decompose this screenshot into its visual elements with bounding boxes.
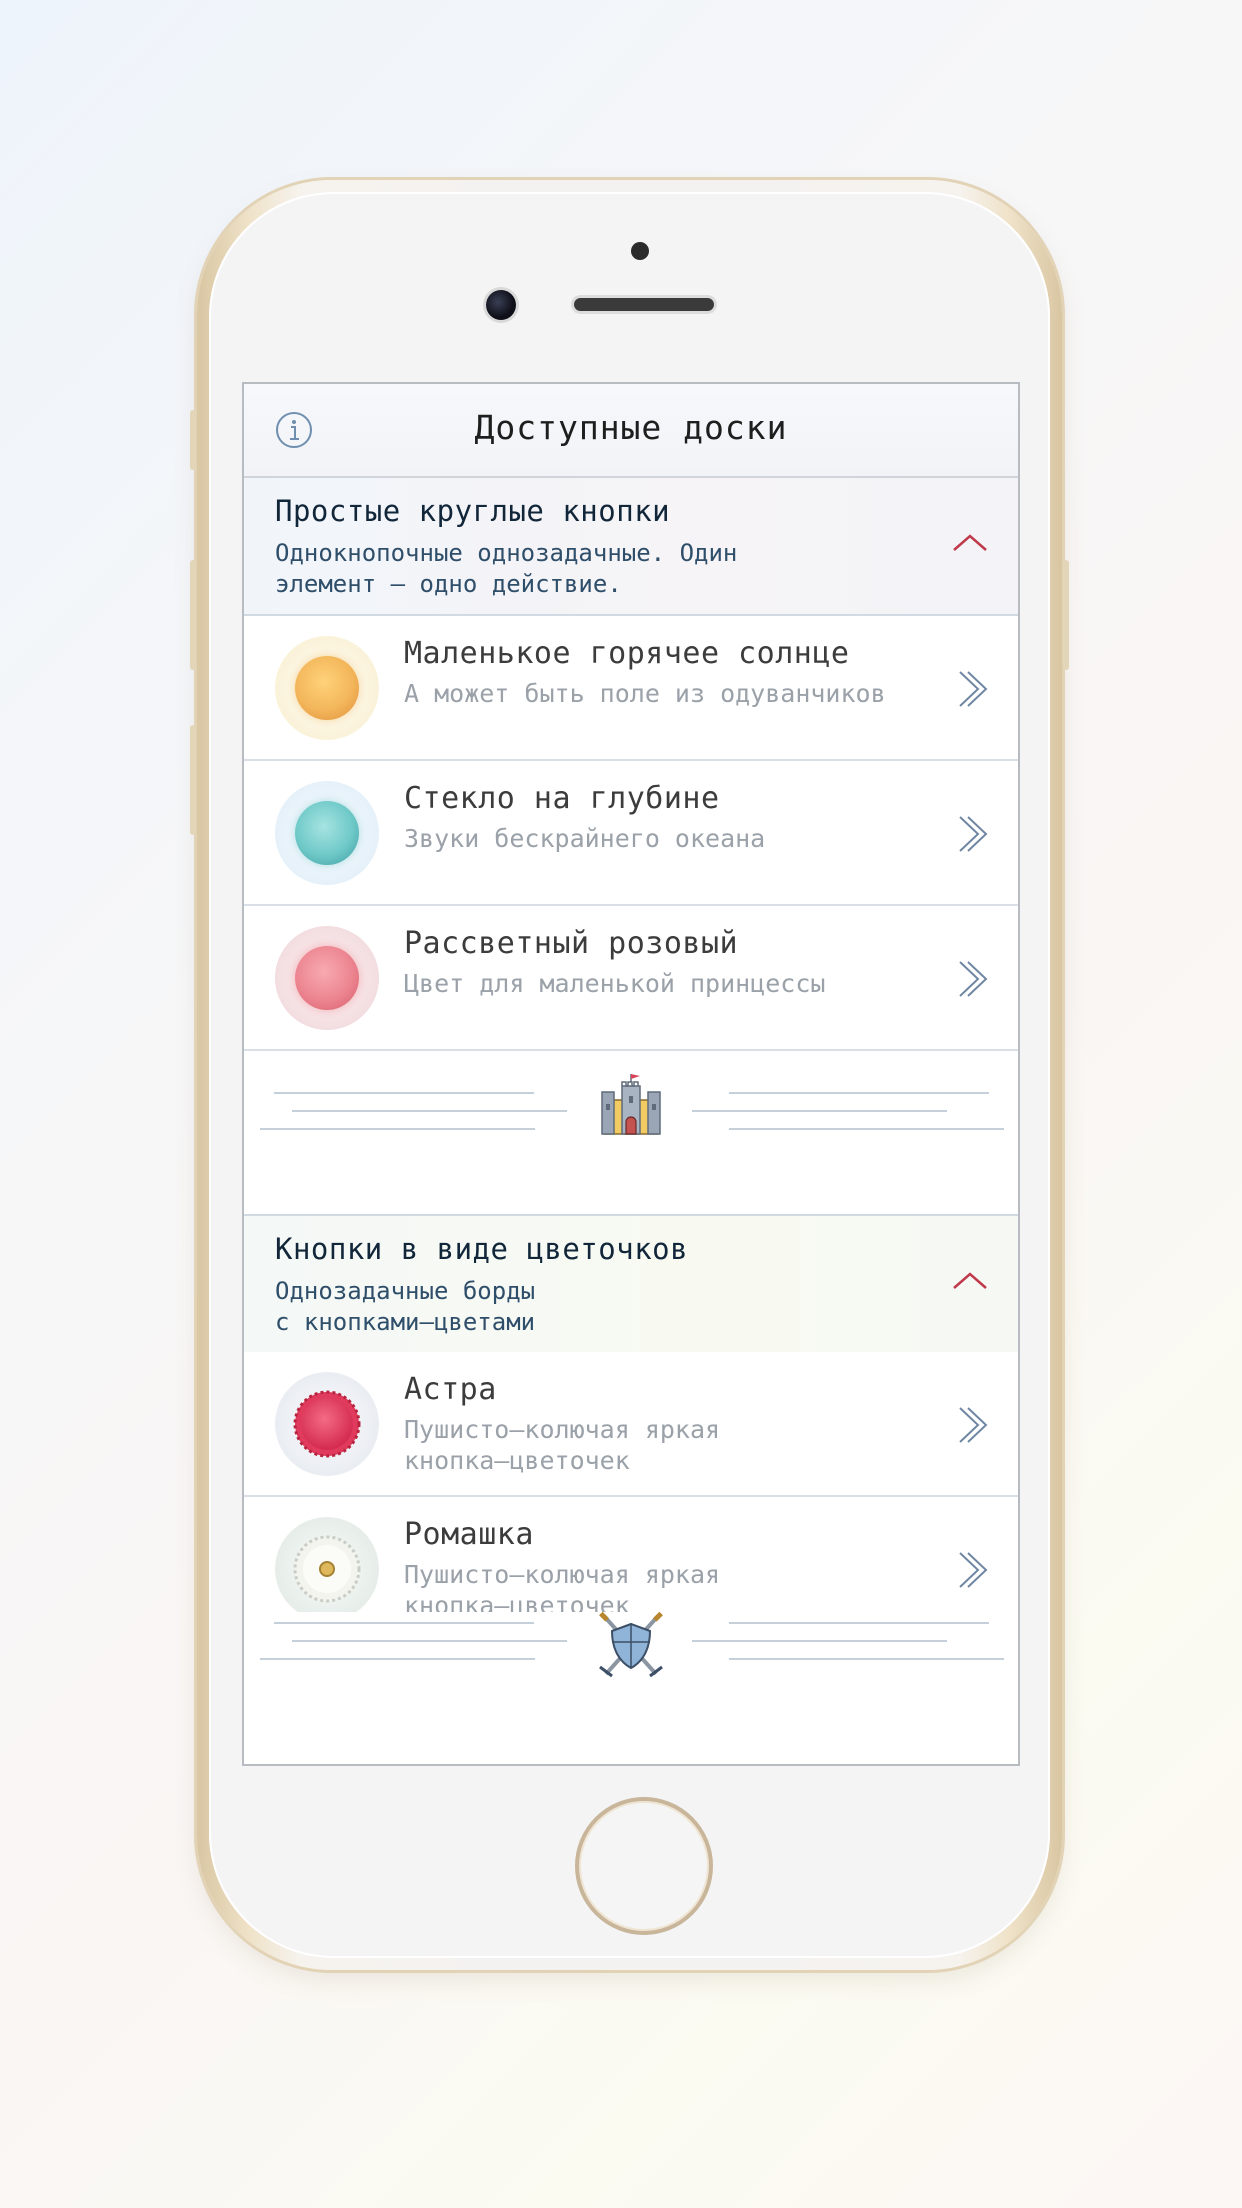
list-item-board[interactable]: Рассветный розовый Цвет для маленькой пр…: [244, 906, 1018, 1051]
earpiece-speaker: [574, 298, 714, 311]
section-divider: [244, 1064, 1018, 1194]
item-title: Рассветный розовый: [404, 926, 739, 961]
chevron-right-icon: [959, 816, 988, 852]
app-screen: Доступные доски Простые круглые кнопки О…: [242, 382, 1020, 1766]
page-title: Доступные доски: [474, 408, 788, 447]
volume-up-button: [190, 560, 196, 670]
list-item-board[interactable]: Маленькое горячее солнце А может быть по…: [244, 616, 1018, 761]
home-button[interactable]: [575, 1797, 713, 1935]
chevron-right-icon: [959, 1552, 988, 1588]
chevron-up-icon[interactable]: [950, 1268, 990, 1292]
nav-bar: Доступные доски: [244, 384, 1018, 478]
sun-button-icon: [275, 636, 379, 740]
chevron-right-icon: [959, 1407, 988, 1443]
castle-icon: [601, 1074, 661, 1135]
shield-swords-icon: [599, 1612, 663, 1678]
section-header-simple-buttons[interactable]: Простые круглые кнопки Однокнопочные одн…: [244, 478, 1018, 616]
section-subtitle: Однозадачные борды с кнопками–цветами: [275, 1277, 536, 1336]
list-item-board[interactable]: Астра Пушисто–колючая яркая кнопка–цвето…: [244, 1352, 1018, 1497]
item-title: Маленькое горячее солнце: [404, 636, 850, 671]
item-subtitle: Звуки бескрайнего океана: [404, 824, 766, 853]
item-subtitle: Пушисто–колючая яркая кнопка–цветочек: [404, 1560, 721, 1612]
list-item-board[interactable]: Ромашка Пушисто–колючая яркая кнопка–цве…: [244, 1497, 1018, 1612]
aster-flower-icon: [275, 1372, 379, 1476]
section-title: Кнопки в виде цветочков: [275, 1232, 689, 1266]
section-header-flower-buttons[interactable]: Кнопки в виде цветочков Однозадачные бор…: [244, 1214, 1018, 1354]
volume-down-button: [190, 725, 196, 835]
chevron-right-icon: [959, 671, 988, 707]
item-subtitle: А может быть поле из одуванчиков: [404, 679, 886, 708]
chevron-right-icon: [959, 961, 988, 997]
item-title: Стекло на глубине: [404, 781, 720, 816]
section-subtitle: Однокнопочные однозадачные. Один элемент…: [275, 539, 738, 598]
chamomile-flower-icon: [275, 1517, 379, 1612]
item-subtitle: Цвет для маленькой принцессы: [404, 969, 826, 998]
section-title: Простые круглые кнопки: [275, 494, 671, 528]
glass-button-icon: [275, 781, 379, 885]
mute-switch: [190, 410, 196, 470]
power-button: [1063, 560, 1069, 670]
item-title: Астра: [404, 1372, 497, 1407]
pink-button-icon: [275, 926, 379, 1030]
item-title: Ромашка: [404, 1517, 534, 1552]
proximity-sensor: [631, 242, 649, 260]
chevron-up-icon[interactable]: [950, 530, 990, 554]
item-subtitle: Пушисто–колючая яркая кнопка–цветочек: [404, 1415, 721, 1475]
front-camera: [486, 290, 516, 320]
section-divider: [244, 1612, 1018, 1742]
list-item-board[interactable]: Стекло на глубине Звуки бескрайнего океа…: [244, 761, 1018, 906]
